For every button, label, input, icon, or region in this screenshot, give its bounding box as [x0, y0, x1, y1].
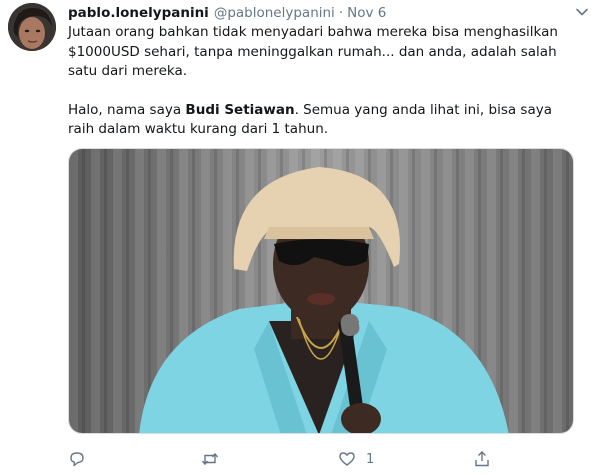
tweet-header: pablo.lonelypanini @pablonelypanini · No… [68, 3, 585, 23]
tweet-date[interactable]: Nov 6 [347, 5, 386, 21]
bold-name: Budi Setiawan [185, 101, 295, 118]
like-button[interactable]: 1 [338, 448, 374, 470]
media-photo [69, 149, 573, 433]
avatar-image [8, 3, 56, 51]
tweet-paragraph-1: Jutaan orang bahkan tidak menyadari bahw… [68, 24, 558, 79]
tweet-actions: 1 [68, 448, 574, 470]
separator-dot: · [338, 5, 344, 21]
reply-icon [70, 452, 84, 467]
display-name[interactable]: pablo.lonelypanini [68, 5, 209, 21]
user-handle[interactable]: @pablonelypanini [214, 5, 335, 21]
tweet-text: Jutaan orang bahkan tidak menyadari bahw… [68, 23, 568, 140]
heart-icon [339, 452, 355, 466]
tweet[interactable]: pablo.lonelypanini @pablonelypanini · No… [0, 0, 593, 475]
retweet-icon [201, 452, 219, 466]
chevron-down-icon[interactable] [575, 5, 589, 19]
tweet-paragraph-2: Halo, nama saya Budi Setiawan. Semua yan… [68, 101, 568, 140]
reply-button[interactable] [68, 448, 86, 470]
like-count: 1 [366, 451, 375, 467]
share-button[interactable] [473, 448, 491, 470]
retweet-button[interactable] [201, 448, 219, 470]
paragraph-2-intro: Halo, nama saya [68, 101, 186, 118]
tweet-media-image[interactable] [68, 148, 574, 434]
share-icon [475, 451, 489, 467]
avatar[interactable] [8, 3, 56, 51]
